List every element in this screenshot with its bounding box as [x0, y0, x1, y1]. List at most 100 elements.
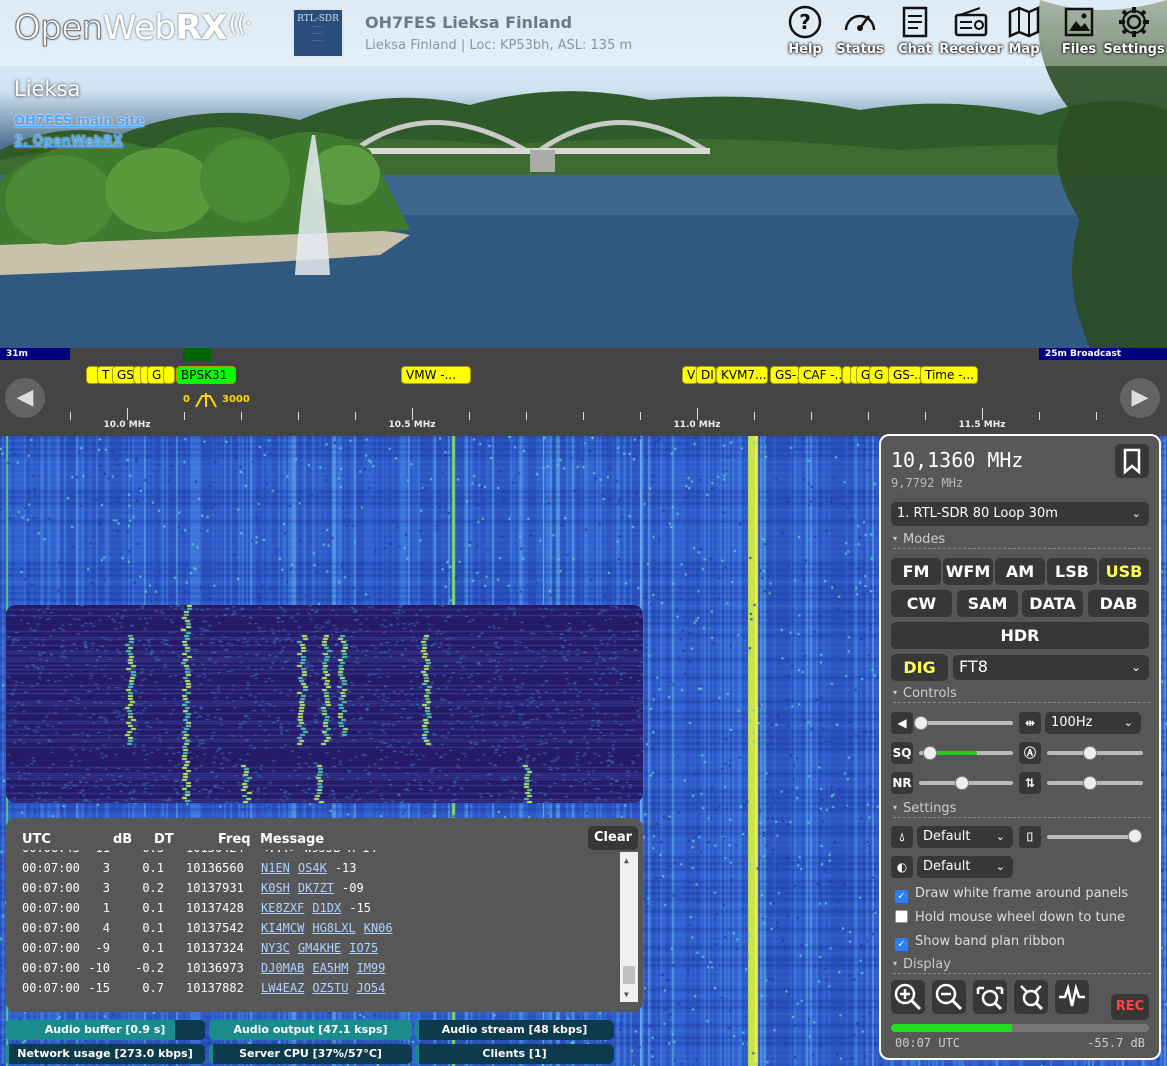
setting-checkbox[interactable]: ✓ Show band plan ribbon	[895, 934, 1065, 951]
bookmark[interactable]: GS-...	[770, 366, 800, 384]
noise-reduction-button[interactable]: NR	[891, 772, 913, 794]
zoom-out-button[interactable]	[932, 980, 966, 1014]
volume-slider-knob[interactable]	[914, 716, 928, 730]
callsign-link[interactable]: NY3C	[261, 941, 290, 955]
colormap-select[interactable]: Default ⌄	[917, 856, 1013, 878]
callsign-link[interactable]: IM99	[356, 961, 385, 975]
callsign-link[interactable]: KE8ZXF	[261, 901, 304, 915]
mode-button-cw[interactable]: CW	[891, 590, 952, 617]
nav-chat-button[interactable]: Chat	[886, 4, 944, 57]
callsign-link[interactable]: IO75	[349, 941, 378, 955]
mode-dig-button[interactable]: DIG	[891, 654, 948, 681]
zoom-to-band-button[interactable]	[973, 980, 1007, 1014]
link-main-site[interactable]: OH7FES main site	[14, 114, 144, 129]
callsign-link[interactable]: DJ0MAB	[261, 961, 304, 975]
frequency-scale[interactable]: 31m 25m Broadcast T GS G BPSK31 VMW -...…	[0, 348, 1167, 436]
callsign-link[interactable]: JO54	[356, 981, 385, 995]
callsign-link[interactable]: HG8LXL	[312, 921, 355, 935]
record-button[interactable]: REC	[1111, 994, 1149, 1020]
nav-settings-button[interactable]: Settings	[1103, 4, 1165, 57]
tuned-frequency[interactable]: 10,1360 MHz	[891, 448, 1023, 472]
link-openwebrx[interactable]: 2. OpenWebRX	[14, 134, 123, 149]
nr-slider-knob[interactable]	[954, 776, 969, 790]
callsign-link[interactable]: K0SH	[261, 881, 290, 895]
mute-button[interactable]: ◀	[891, 712, 913, 734]
callsign-link[interactable]: KI4MCW	[261, 921, 304, 935]
nav-map-button[interactable]: Map	[995, 4, 1053, 57]
zoom-slider[interactable]	[1047, 835, 1137, 839]
zoom-to-tuned-button[interactable]	[1014, 980, 1048, 1014]
nr-threshold-button[interactable]: ⇅	[1019, 772, 1041, 794]
checkbox-checked-icon[interactable]: ✓	[895, 890, 908, 903]
mode-button-am[interactable]: AM	[995, 558, 1045, 585]
nav-files-button[interactable]: Files	[1050, 4, 1108, 57]
callsign-link[interactable]: DK7ZT	[298, 881, 334, 895]
scroll-thumb[interactable]	[623, 966, 635, 984]
section-modes[interactable]: ▾ Modes	[893, 532, 1151, 549]
bookmark[interactable]: GS-...	[888, 366, 922, 384]
scroll-left-button[interactable]: ◀	[5, 378, 45, 418]
mode-button-sam[interactable]: SAM	[957, 590, 1018, 617]
squelch-slider-knob[interactable]	[923, 746, 937, 760]
bookmark[interactable]: VMW -...	[401, 366, 471, 384]
squelch-button[interactable]: SQ	[891, 742, 913, 764]
bookmark[interactable]	[163, 366, 175, 384]
setting-checkbox[interactable]: Hold mouse wheel down to tune	[895, 910, 1125, 925]
scroll-right-button[interactable]: ▶	[1120, 378, 1160, 418]
autoscale-button[interactable]	[1055, 980, 1089, 1014]
zoom-slider-knob[interactable]	[1128, 829, 1142, 843]
agc-button[interactable]: Ⓐ	[1019, 742, 1041, 764]
bookmark[interactable]: G	[869, 366, 889, 384]
theme-button[interactable]: 💧︎	[891, 826, 913, 848]
message-text: -15	[349, 901, 371, 915]
section-settings[interactable]: ▾ Settings	[893, 801, 1151, 818]
mode-button-fm[interactable]: FM	[891, 558, 941, 585]
nav-receiver-button[interactable]: Receiver	[939, 4, 1003, 57]
mode-button-lsb[interactable]: LSB	[1047, 558, 1097, 585]
mode-button-data[interactable]: DATA	[1022, 590, 1083, 617]
scroll-down-icon[interactable]: ▼	[624, 990, 629, 999]
bookmark[interactable]: KVM7...	[716, 366, 768, 384]
bookmark[interactable]: Time -...	[920, 366, 978, 384]
zoom-in-button[interactable]	[891, 980, 925, 1014]
decoder-scrollbar[interactable]: ▲ ▼	[620, 852, 638, 1002]
theme-select[interactable]: Default ⌄	[917, 826, 1013, 848]
section-controls[interactable]: ▾ Controls	[893, 686, 1151, 703]
callsign-link[interactable]: LW4EAZ	[261, 981, 304, 995]
callsign-link[interactable]: N1EN	[261, 861, 290, 875]
nav-help-button[interactable]: ? Help	[776, 4, 834, 57]
callsign-link[interactable]: OZ5TU	[312, 981, 348, 995]
callsign-link[interactable]: GM4KHE	[298, 941, 341, 955]
callsign-link[interactable]: EA5HM	[312, 961, 348, 975]
setting-checkbox[interactable]: ✓ Draw white frame around panels	[895, 886, 1128, 903]
chat-icon	[902, 6, 928, 38]
passband-filter-icon[interactable]	[195, 392, 217, 408]
bookmark[interactable]: CAF -...	[798, 366, 842, 384]
nr-threshold-slider-knob[interactable]	[1083, 776, 1098, 790]
colormap-button[interactable]: ◐	[891, 856, 913, 878]
bandwidth-select[interactable]: 100Hz ⌄	[1045, 712, 1141, 734]
callsign-link[interactable]: D1DX	[312, 901, 341, 915]
bandwidth-button[interactable]: ⇹	[1019, 712, 1041, 734]
bookmark-selected[interactable]: BPSK31	[176, 366, 236, 384]
digital-mode-select[interactable]: FT8 ⌄	[953, 655, 1149, 680]
scroll-up-icon[interactable]: ▲	[624, 856, 629, 865]
profile-select[interactable]: 1. RTL-SDR 80 Loop 30m ⌄	[891, 502, 1149, 526]
nav-status-button[interactable]: Status	[831, 4, 889, 57]
checkbox-empty-icon[interactable]	[895, 910, 908, 923]
mode-hdr-button[interactable]: HDR	[891, 622, 1149, 649]
zoom-button[interactable]: ⌷	[1019, 826, 1041, 848]
mode-button-usb[interactable]: USB	[1099, 558, 1149, 585]
mode-button-wfm[interactable]: WFM	[943, 558, 993, 585]
callsign-link[interactable]: OS4K	[298, 861, 327, 875]
clear-button[interactable]: Clear	[588, 826, 638, 850]
callsign-link[interactable]: KN06	[364, 921, 393, 935]
bookmark[interactable]: DI	[696, 366, 716, 384]
mode-button-dab[interactable]: DAB	[1088, 590, 1149, 617]
checkbox-checked-icon[interactable]: ✓	[895, 938, 908, 951]
add-bookmark-button[interactable]	[1115, 444, 1149, 478]
openwebrx-logo[interactable]: OpenWebRX((·	[14, 8, 253, 49]
agc-slider-knob[interactable]	[1083, 746, 1098, 760]
section-display[interactable]: ▾ Display	[893, 957, 1151, 974]
volume-slider[interactable]	[919, 721, 1013, 725]
